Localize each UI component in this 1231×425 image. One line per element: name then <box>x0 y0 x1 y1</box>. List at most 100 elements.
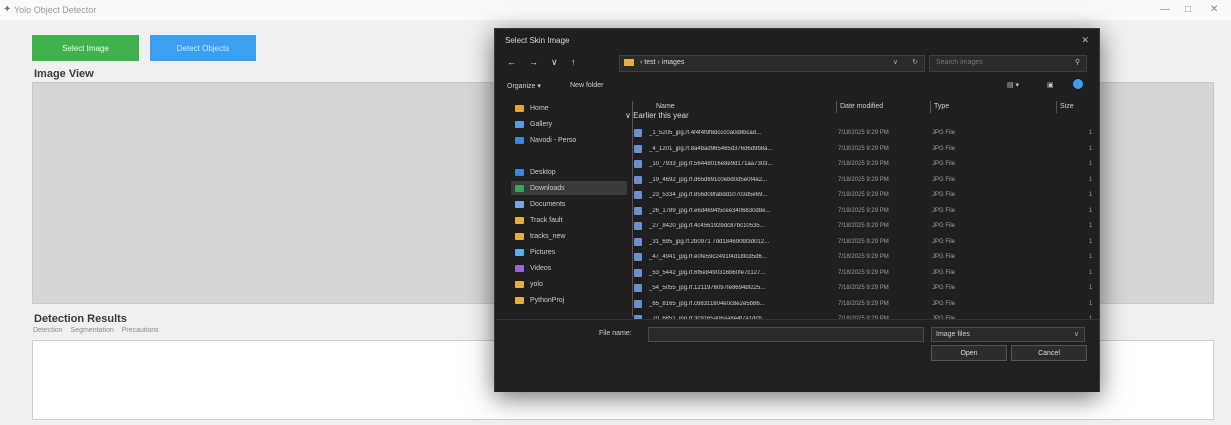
sidebar-item[interactable]: PythonProj <box>515 293 564 307</box>
select-image-button[interactable]: Select Image <box>32 35 139 61</box>
file-row[interactable]: _65_8165_jpg.rf.c68311804e0c8e2e5b86... 7… <box>625 298 1095 311</box>
organize-button[interactable]: Organize ▾ <box>507 82 541 90</box>
file-name: _10_7933_jpg.rf.56448016e8e9d171aa7303..… <box>649 161 773 167</box>
file-type-select[interactable]: Image files ∨ <box>931 327 1085 342</box>
breadcrumb: ‹ test › images <box>640 59 685 66</box>
file-row[interactable]: _4_1201_jpg.rf.8a4bad965465d376d6d9b8a..… <box>625 143 1095 156</box>
dropdown-chevron-icon[interactable]: ∨ <box>551 57 558 68</box>
up-icon[interactable]: ↑ <box>571 57 576 67</box>
close-icon[interactable]: ✕ <box>1210 4 1218 15</box>
sidebar-item[interactable]: Documents <box>515 197 565 211</box>
column-separator[interactable] <box>1056 101 1057 113</box>
file-date: 7/18/2025 9:29 PM <box>838 161 889 167</box>
folder-icon <box>515 104 524 112</box>
results-tabs: Detection Segmentation Precautions <box>33 327 165 334</box>
sidebar-item[interactable]: yolo <box>515 277 543 291</box>
file-size: 1 <box>1089 238 1093 245</box>
file-date: 7/18/2025 9:29 PM <box>838 238 889 245</box>
file-row[interactable]: _54_5055_jpg.rf.1211976097fe8694bf225...… <box>625 282 1095 295</box>
sidebar-item[interactable]: Videos <box>515 261 551 275</box>
sidebar-item[interactable]: tracks_new <box>515 229 565 243</box>
file-name: _31_695_jpg.rf.2b0971 7dd184690bf3d012..… <box>649 238 770 245</box>
file-row[interactable]: _47_4941_jpg.rf.e0fe59c2491f4d18fcd5d6..… <box>625 251 1095 264</box>
file-type: JPG File <box>932 238 956 245</box>
file-row[interactable]: _10_7933_jpg.rf.56448016e8e9d171aa7303..… <box>625 158 1095 171</box>
file-date: 7/18/2025 9:29 PM <box>838 269 889 276</box>
file-type: JPG File <box>932 300 956 307</box>
sidebar-item[interactable]: Track fault <box>515 213 562 227</box>
sidebar-item-label: Track fault <box>530 216 563 224</box>
tab-detection[interactable]: Detection <box>33 327 63 334</box>
column-name[interactable]: Name <box>656 103 675 110</box>
file-date: 7/18/2025 9:29 PM <box>838 176 889 183</box>
file-date: 7/18/2025 9:29 PM <box>838 207 889 214</box>
help-icon[interactable] <box>1073 79 1083 89</box>
file-type: JPG File <box>932 130 956 136</box>
file-size: 1 <box>1089 207 1093 214</box>
sidebar-item-label: Navodi - Perso <box>530 136 577 144</box>
search-input[interactable]: Search images ⚲ <box>929 55 1087 72</box>
dialog-close-icon[interactable]: ✕ <box>1081 35 1089 46</box>
window-title-bar: ✦ Yolo Object Detector — □ ✕ <box>0 0 1231 20</box>
folder-icon <box>515 216 524 224</box>
nav-bar: ← → ∨ ↑ ‹ test › images ∨ ↻ Search image… <box>495 52 1099 74</box>
sidebar-item-label: Videos <box>530 264 552 272</box>
sidebar-item[interactable]: Gallery <box>515 117 552 131</box>
tab-precautions[interactable]: Precautions <box>122 327 159 334</box>
back-icon[interactable]: ← <box>507 57 516 67</box>
image-file-icon <box>634 160 642 168</box>
view-options-icon[interactable]: ▤ ▾ <box>1007 81 1019 89</box>
dialog-footer: File name: Image files ∨ Open Cancel <box>495 319 1099 392</box>
column-type[interactable]: Type <box>934 103 949 110</box>
detection-results-heading: Detection Results <box>34 313 127 325</box>
search-icon: ⚲ <box>1074 59 1080 66</box>
file-row[interactable]: _19_4692_jpg.rf.d65d691c0ebd0d5e0f4a2...… <box>625 174 1095 187</box>
navigation-pane: Home Gallery Navodi - Perso Desktop Download… <box>495 99 627 327</box>
file-type: JPG File <box>932 285 956 291</box>
detect-objects-button[interactable]: Detect Objects <box>150 35 256 61</box>
image-file-icon <box>634 237 642 246</box>
folder-icon <box>515 296 524 304</box>
sidebar-item[interactable]: Home <box>515 101 549 115</box>
sidebar-item-label: Documents <box>530 200 566 208</box>
file-name-input[interactable] <box>648 327 924 342</box>
file-row[interactable]: _53_5442_jpg.rf.6f6e8490316b60fe7c127...… <box>625 267 1095 280</box>
minimize-icon[interactable]: — <box>1160 4 1170 15</box>
sidebar-item[interactable]: Navodi - Perso <box>515 133 576 147</box>
file-row[interactable]: _26_1789_jpg.rf.e6d4694f5cee3406830d8e..… <box>625 205 1095 218</box>
tab-segmentation[interactable]: Segmentation <box>71 327 114 334</box>
image-file-icon <box>634 284 642 292</box>
column-size[interactable]: Size <box>1060 103 1074 110</box>
file-row[interactable]: _27_8420_jpg.rf.4c456192bdc87bc10535... 7… <box>625 220 1095 233</box>
sidebar-item-label: Home <box>530 104 549 112</box>
column-separator[interactable] <box>930 101 931 113</box>
file-name: _54_5055_jpg.rf.1211976097fe8694bf225... <box>649 285 766 291</box>
column-date[interactable]: Date modified <box>840 103 883 110</box>
new-folder-button[interactable]: New folder <box>570 82 603 89</box>
dialog-toolbar: Organize ▾ New folder ▤ ▾ ▣ <box>495 79 1099 95</box>
folder-icon <box>515 168 524 176</box>
cancel-button[interactable]: Cancel <box>1011 345 1087 361</box>
group-header[interactable]: ∨ Earlier this year <box>625 111 689 120</box>
address-bar[interactable]: ‹ test › images ∨ ↻ <box>619 55 925 72</box>
file-name: _1_5205_jpg.rf.4f4f4f9f8dccc0a0d8bcad... <box>649 130 762 136</box>
file-size: 1 <box>1089 130 1093 136</box>
file-row[interactable]: _1_5205_jpg.rf.4f4f4f9f8dccc0a0d8bcad...… <box>625 127 1095 140</box>
column-separator[interactable] <box>836 101 837 113</box>
sidebar-item[interactable]: Pictures <box>515 245 555 259</box>
file-row[interactable]: _31_695_jpg.rf.2b0971 7dd184690bf3d012..… <box>625 236 1095 249</box>
file-size: 1 <box>1089 285 1093 291</box>
file-row[interactable]: _23_5334_jpg.rf.856d08fabdd10703d5e69...… <box>625 189 1095 202</box>
file-date: 7/18/2025 9:29 PM <box>838 192 889 198</box>
refresh-icon[interactable]: ↻ <box>912 58 918 66</box>
sidebar-item[interactable]: Desktop <box>515 165 556 179</box>
open-button[interactable]: Open <box>931 345 1007 361</box>
preview-pane-icon[interactable]: ▣ <box>1047 81 1054 89</box>
file-type: JPG File <box>932 269 956 276</box>
chevron-down-icon[interactable]: ∨ <box>893 58 898 66</box>
forward-icon[interactable]: → <box>529 57 538 67</box>
folder-icon <box>515 184 524 192</box>
sidebar-item[interactable]: Downloads <box>511 181 627 195</box>
file-size: 1 <box>1089 269 1093 276</box>
maximize-icon[interactable]: □ <box>1185 4 1191 15</box>
